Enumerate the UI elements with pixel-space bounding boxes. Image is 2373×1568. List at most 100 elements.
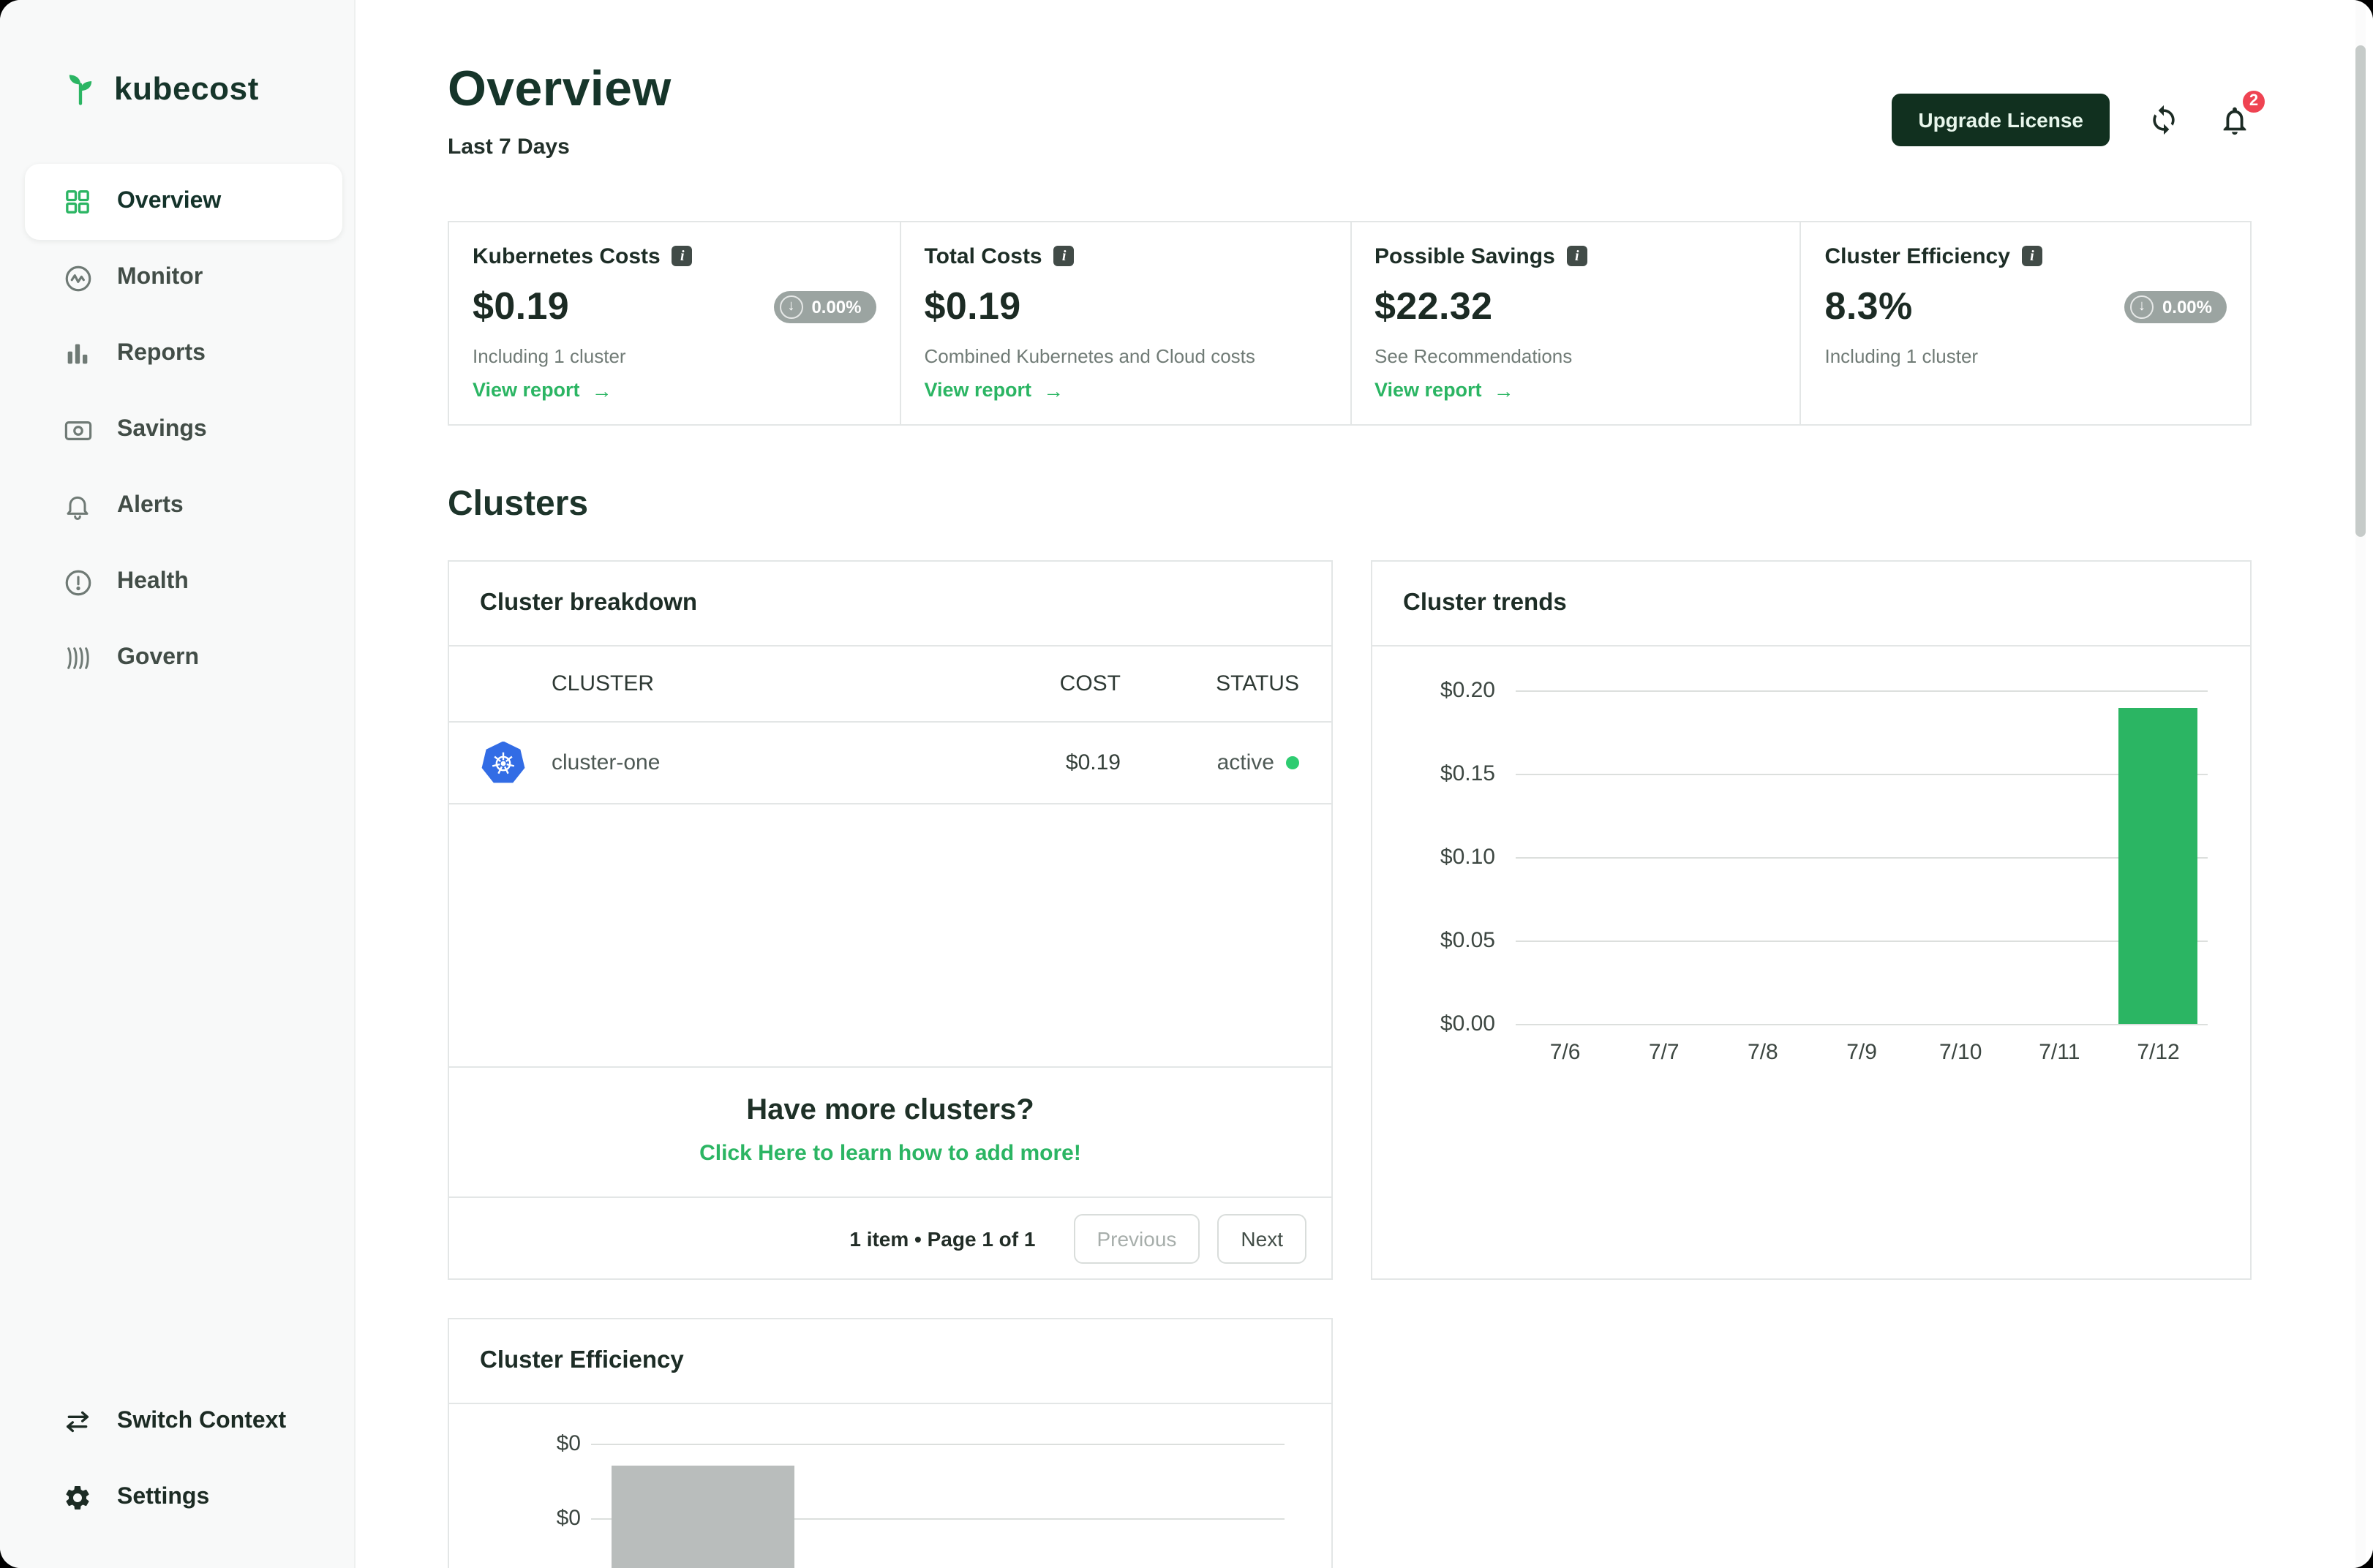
stat-value: 8.3% <box>1824 284 1913 328</box>
pagination-summary: 1 item • Page 1 of 1 <box>849 1226 1036 1251</box>
x-tick-label: 7/6 <box>1549 1040 1581 1066</box>
trend-bar <box>2118 707 2198 1025</box>
add-clusters-link[interactable]: Click Here to learn how to add more! <box>699 1141 1081 1166</box>
status-active-dot <box>1286 756 1299 770</box>
cash-icon <box>61 414 94 446</box>
next-page-button[interactable]: Next <box>1217 1213 1306 1264</box>
y-tick-label: $0.10 <box>1440 845 1495 870</box>
info-icon[interactable]: i <box>1566 246 1587 267</box>
sidebar-nav: Overview Monitor Reports Savings Alerts … <box>0 164 354 696</box>
kubernetes-icon <box>481 741 525 783</box>
previous-page-button[interactable]: Previous <box>1073 1213 1200 1264</box>
settings-button[interactable]: Settings <box>25 1460 342 1536</box>
stat-value: $22.32 <box>1374 284 1493 328</box>
stat-subtext: Including 1 cluster <box>1824 344 1979 367</box>
scrollbar[interactable] <box>2355 0 2366 1568</box>
info-icon[interactable]: i <box>672 246 693 267</box>
gear-icon <box>61 1482 94 1514</box>
arrow-right-icon: → <box>1043 378 1064 402</box>
column-header-cluster: CLUSTER <box>552 671 655 697</box>
app-window: kubecost Overview Monitor Reports Saving… <box>0 0 2373 1568</box>
settings-label: Settings <box>117 1485 210 1509</box>
sidebar-item-label: Savings <box>117 417 207 442</box>
refresh-icon[interactable] <box>2148 105 2180 137</box>
sidebar-item-label: Alerts <box>117 493 184 518</box>
cluster-status-cell: active <box>1121 750 1299 775</box>
view-report-link[interactable]: View report → <box>925 378 1064 402</box>
delta-pill: ↓ 0.00% <box>2124 290 2227 323</box>
stat-kubernetes-costs: Kubernetes Costs i $0.19 ↓ 0.00% Includi… <box>449 222 900 424</box>
delta-pill: ↓ 0.00% <box>773 290 876 323</box>
column-header-cost: COST <box>1059 671 1121 697</box>
delta-value: 0.00% <box>2162 296 2212 317</box>
sidebar-item-reports[interactable]: Reports <box>25 316 342 392</box>
sidebar-item-label: Overview <box>117 189 222 214</box>
sidebar-item-label: Govern <box>117 645 200 670</box>
grid-icon <box>61 186 94 218</box>
sidebar-item-health[interactable]: Health <box>25 544 342 620</box>
notifications-bell-icon[interactable]: 2 <box>2218 87 2268 137</box>
sidebar-item-label: Monitor <box>117 265 203 290</box>
sidebar-item-savings[interactable]: Savings <box>25 392 342 468</box>
cluster-cost-cell: $0.19 <box>1065 750 1121 776</box>
sidebar-item-monitor[interactable]: Monitor <box>25 240 342 316</box>
brand-name: kubecost <box>114 70 259 107</box>
column-header-status: STATUS <box>1216 671 1299 697</box>
efficiency-y-tick-label: $0 <box>556 1431 581 1457</box>
sidebar-item-overview[interactable]: Overview <box>25 164 342 240</box>
clusters-heading: Clusters <box>448 484 589 524</box>
status-label: active <box>1216 750 1274 776</box>
switch-arrows-icon <box>61 1406 94 1438</box>
view-report-label: View report <box>924 379 1032 402</box>
brand-logo[interactable]: kubecost <box>0 0 354 108</box>
kubecost-logo-icon <box>61 70 99 108</box>
alert-circle-icon <box>61 566 94 598</box>
trends-plot: $0.20 $0.15 $0.10 $0.05 $0.00 <box>1440 678 2208 1036</box>
scrollbar-thumb[interactable] <box>2355 45 2366 537</box>
cluster-efficiency-panel: Cluster Efficiency $0 $0 <box>448 1318 1333 1568</box>
switch-context-button[interactable]: Switch Context <box>25 1384 342 1460</box>
stat-title: Possible Savings <box>1374 244 1555 269</box>
panel-title: Cluster trends <box>1372 562 2250 647</box>
efficiency-gridline <box>591 1444 1285 1446</box>
info-icon[interactable]: i <box>2021 246 2042 267</box>
stat-title: Cluster Efficiency <box>1824 244 2010 269</box>
y-tick-label: $0.05 <box>1440 928 1495 954</box>
monitor-wave-icon <box>61 262 94 294</box>
y-tick-label: $0.15 <box>1440 761 1495 787</box>
gridline <box>1516 690 2208 693</box>
stats-row: Kubernetes Costs i $0.19 ↓ 0.00% Includi… <box>448 220 2252 426</box>
stat-title: Kubernetes Costs <box>473 244 661 269</box>
sidebar-footer: Switch Context Settings <box>25 1384 342 1536</box>
upgrade-license-button[interactable]: Upgrade License <box>1892 94 2110 147</box>
stat-value: $0.19 <box>473 284 570 328</box>
more-clusters-cta: Have more clusters? Click Here to learn … <box>449 1066 1331 1196</box>
sidebar: kubecost Overview Monitor Reports Saving… <box>0 0 356 1568</box>
cluster-name-cell: cluster-one <box>552 750 661 776</box>
info-icon[interactable]: i <box>1053 246 1075 267</box>
sidebar-item-alerts[interactable]: Alerts <box>25 468 342 544</box>
x-tick-label: 7/10 <box>1939 1040 1982 1066</box>
panel-title: Cluster Efficiency <box>449 1319 1331 1405</box>
view-report-label: View report <box>473 379 580 402</box>
gridline <box>1516 774 2208 776</box>
panel-title: Cluster breakdown <box>449 562 1331 647</box>
view-report-link[interactable]: View report → <box>1374 378 1514 402</box>
x-tick-label: 7/12 <box>2137 1040 2180 1066</box>
gridline <box>1516 857 2208 859</box>
table-header: CLUSTER COST STATUS <box>449 647 1331 723</box>
bar-chart-icon <box>61 338 94 370</box>
stat-subtext: See Recommendations <box>1374 344 1573 367</box>
stat-subtext: Combined Kubernetes and Cloud costs <box>924 344 1255 367</box>
view-report-link[interactable]: View report → <box>473 378 612 402</box>
down-arrow-icon: ↓ <box>779 295 803 319</box>
switch-context-label: Switch Context <box>117 1409 287 1433</box>
arrow-right-icon: → <box>1493 378 1514 402</box>
efficiency-y-tick-label: $0 <box>556 1506 581 1531</box>
stat-subtext: Including 1 cluster <box>473 344 626 367</box>
stat-cluster-efficiency: Cluster Efficiency i 8.3% ↓ 0.00% Includ… <box>1800 222 2251 425</box>
table-row[interactable]: cluster-one $0.19 active <box>449 723 1331 805</box>
sidebar-item-govern[interactable]: Govern <box>25 620 342 696</box>
gridline <box>1516 941 2208 943</box>
y-tick-label: $0.00 <box>1440 1011 1495 1037</box>
